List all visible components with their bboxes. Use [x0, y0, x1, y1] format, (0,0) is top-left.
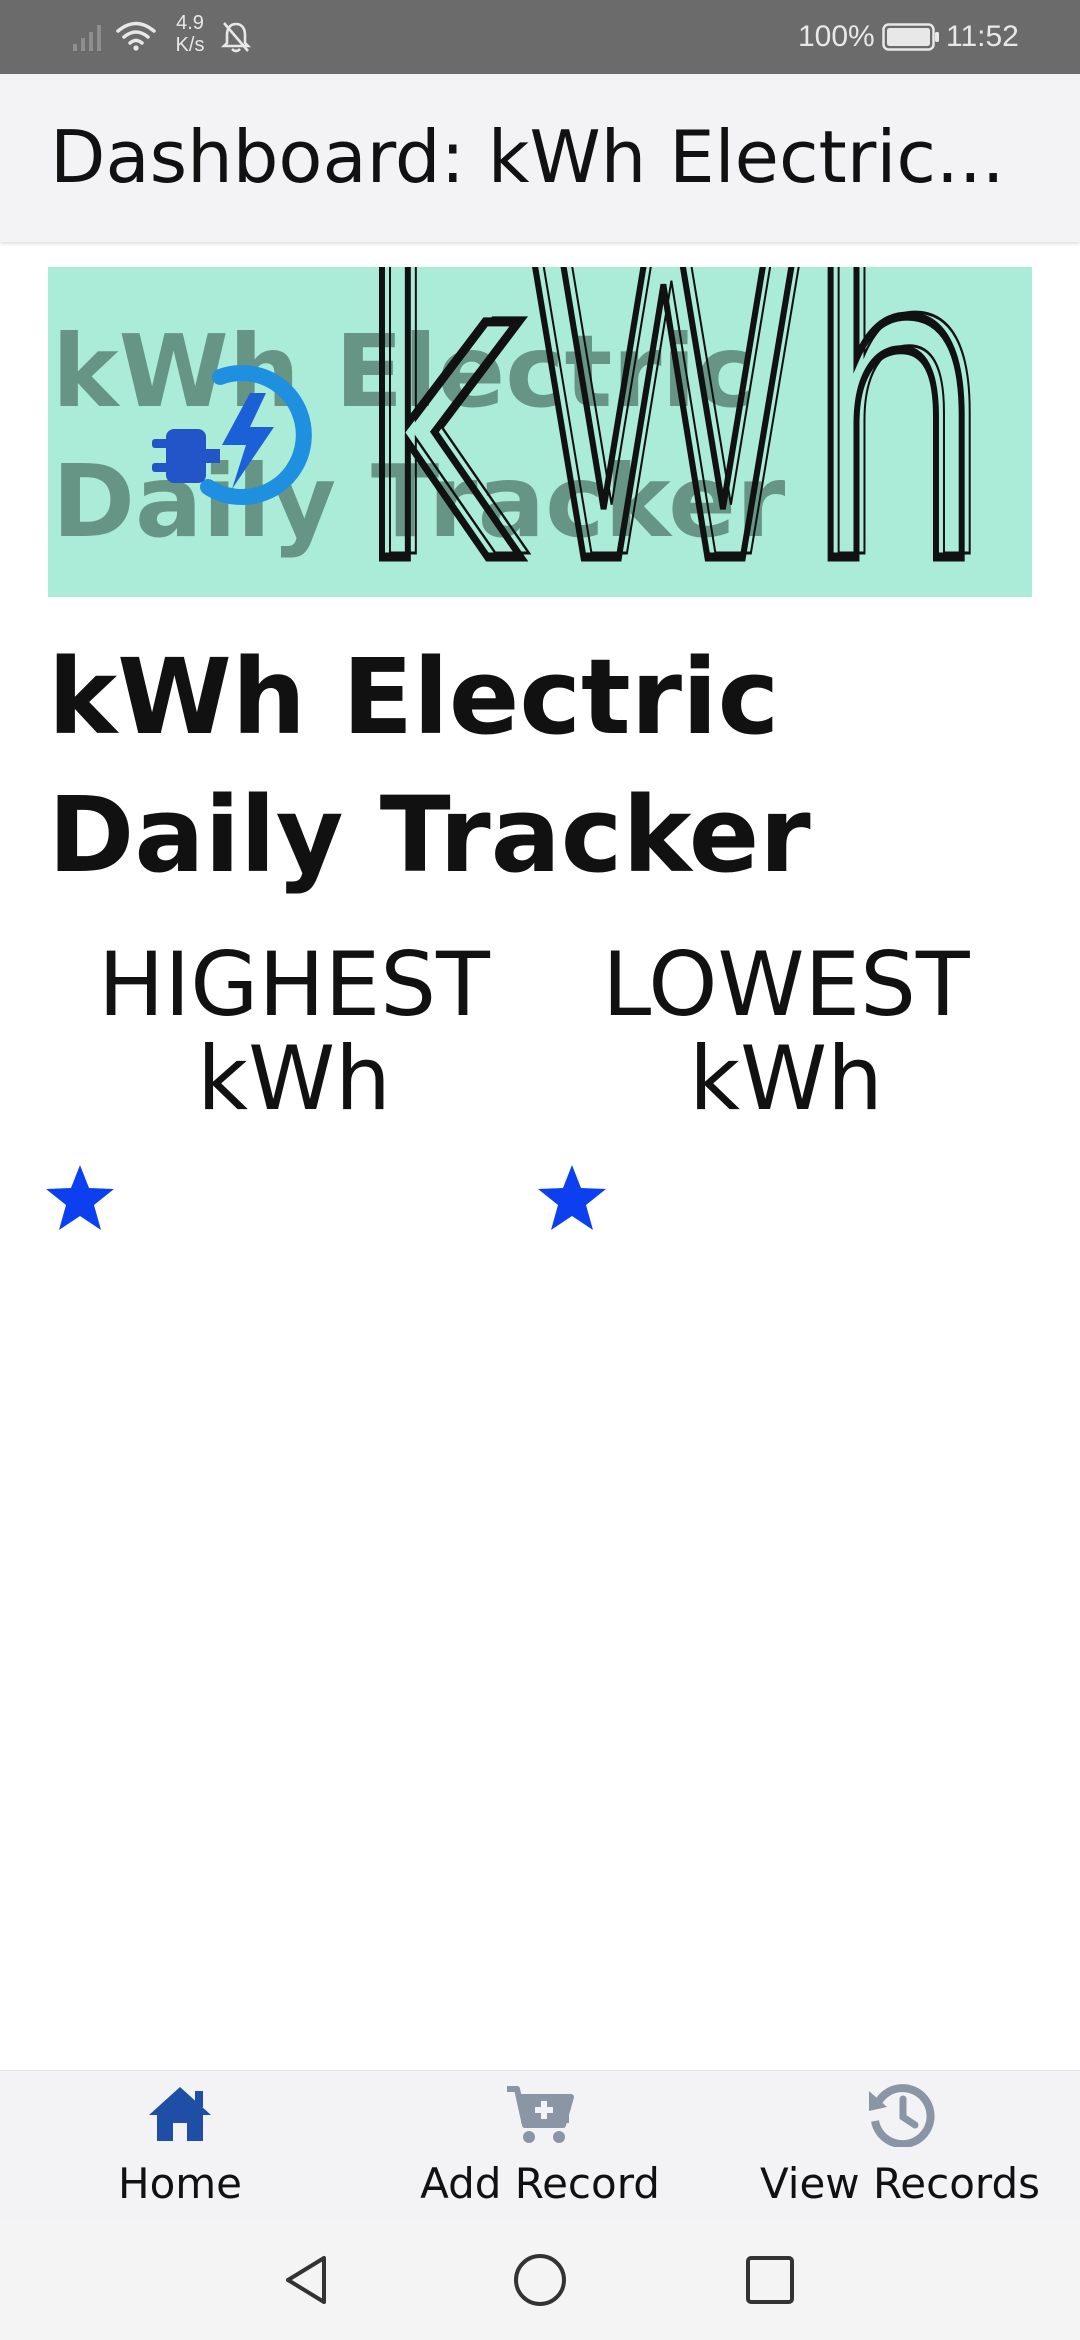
- highest-kwh-label: HIGHEST kWh: [98, 933, 490, 1130]
- star-icon: [538, 1165, 606, 1230]
- tab-home[interactable]: Home: [0, 2071, 360, 2219]
- tab-add-record-label: Add Record: [420, 2159, 660, 2208]
- battery-percentage: 100%: [798, 20, 875, 53]
- banner-handwritten-logo: kWh kWh: [352, 267, 996, 597]
- home-icon: [149, 2087, 211, 2141]
- lowest-kwh-label: LOWEST kWh: [602, 933, 970, 1130]
- tab-add-record[interactable]: Add Record: [360, 2071, 720, 2219]
- battery-icon: [882, 23, 939, 51]
- bottom-tab-bar: Home Add Record View Records: [0, 2070, 1080, 2219]
- history-icon: [869, 2084, 935, 2147]
- network-speed: 4.9 K/s: [175, 12, 205, 56]
- star-icon: [46, 1165, 114, 1230]
- signal-icon: [73, 25, 101, 51]
- tab-view-records-label: View Records: [759, 2159, 1040, 2208]
- app-banner-image: kWh Electric Daily Tracker kWh kWh: [48, 267, 1032, 597]
- home-circle-icon[interactable]: [512, 2252, 568, 2308]
- tab-view-records[interactable]: View Records: [720, 2071, 1080, 2219]
- status-bar: 4.9 K/s 100% 11:52: [0, 0, 1080, 74]
- svg-text:kWh: kWh: [364, 267, 994, 597]
- cart-plus-icon: [507, 2086, 574, 2143]
- app-heading: kWh Electric Daily Tracker: [48, 636, 811, 896]
- clock: 11:52: [946, 20, 1019, 53]
- page-title: Dashboard: kWh Electric...: [50, 115, 1005, 199]
- back-icon[interactable]: [280, 2252, 336, 2308]
- recents-icon[interactable]: [742, 2252, 798, 2308]
- plug-lightning-logo-icon: [152, 365, 312, 505]
- tab-home-label: Home: [117, 2159, 243, 2208]
- wifi-icon: [116, 21, 156, 51]
- bell-off-icon: [220, 22, 252, 53]
- system-nav-bar: [0, 2218, 1080, 2340]
- app-toolbar: Dashboard: kWh Electric...: [0, 74, 1080, 242]
